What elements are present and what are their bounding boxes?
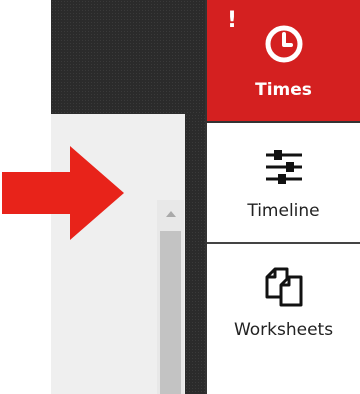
nav-item-worksheets[interactable]: Worksheets	[207, 246, 360, 394]
side-nav: ! Times Timeline Worksheets	[205, 0, 360, 394]
scroll-up-button[interactable]	[157, 200, 184, 227]
nav-item-timeline[interactable]: Timeline	[207, 123, 360, 244]
documents-icon	[261, 264, 307, 308]
clock-icon	[262, 22, 306, 66]
sliders-icon	[262, 145, 306, 189]
nav-item-label: Timeline	[247, 201, 320, 221]
nav-item-label: Times	[255, 80, 312, 100]
dark-header-background	[51, 0, 205, 114]
panel-divider	[185, 114, 207, 394]
alert-badge: !	[227, 8, 238, 33]
nav-item-label: Worksheets	[233, 320, 334, 340]
pointer-arrow	[2, 146, 126, 244]
nav-item-times[interactable]: ! Times	[207, 0, 360, 121]
scroll-up-arrow-icon	[165, 210, 176, 217]
scrollbar-thumb[interactable]	[160, 231, 181, 394]
